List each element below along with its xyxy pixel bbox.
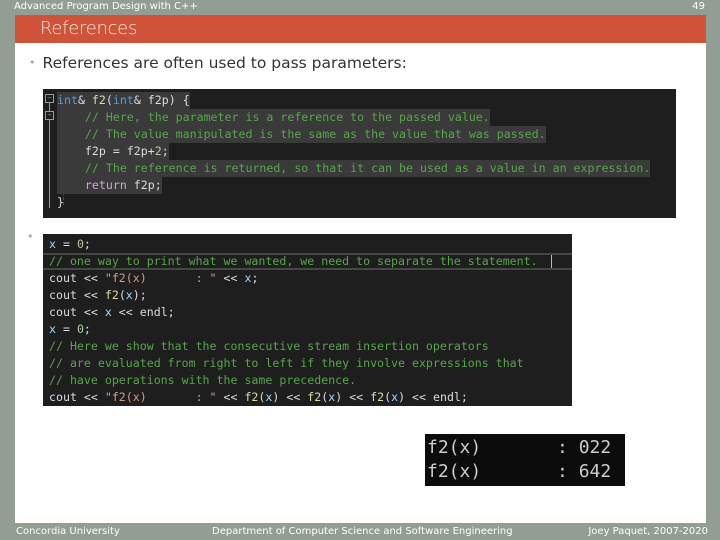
code-token: f2p = f2p+: [57, 144, 155, 158]
code-token: << endl;: [111, 305, 175, 319]
code-line: // Here, the parameter is a reference to…: [57, 109, 490, 126]
code-line: int& f2(int& f2p) {: [57, 92, 190, 109]
code-token: f2: [244, 390, 259, 404]
code-token: =: [55, 237, 77, 251]
bullet-icon: •: [29, 56, 36, 69]
code-token: ;: [161, 144, 169, 158]
code-token: =: [55, 322, 77, 336]
slide-title: References: [40, 18, 138, 39]
code-token: ;: [251, 271, 259, 285]
code-token: (: [118, 288, 126, 302]
code-token: return: [84, 178, 127, 192]
code-block-function: − − int& f2(int& f2p) { // Here, the par…: [43, 89, 676, 218]
code-line: }: [57, 194, 64, 211]
code-token: cout <<: [49, 288, 105, 302]
code-token: // are evaluated from right to left if t…: [49, 356, 524, 370]
code-line: x = 0;: [49, 236, 91, 253]
code-token: 0: [76, 322, 84, 336]
code-block-main: x = 0;// one way to print what we wanted…: [43, 234, 572, 406]
title-bar: References: [15, 15, 706, 43]
code-token: x: [49, 322, 56, 336]
code-line: // Here we show that the consecutive str…: [49, 338, 489, 355]
bullet-item: • References are often used to pass param…: [29, 53, 407, 73]
code-line: // have operations with the same precede…: [49, 372, 356, 389]
code-token: // one way to print what we wanted, we n…: [49, 254, 538, 268]
slide-header: Advanced Program Design with C++ 49: [0, 0, 720, 15]
code-token: &: [77, 93, 92, 107]
code-token: x: [125, 288, 133, 302]
code-line: // one way to print what we wanted, we n…: [43, 253, 572, 270]
code-token: ) <<: [272, 390, 308, 404]
collapse-icon[interactable]: −: [45, 111, 54, 120]
code-token: // have operations with the same precede…: [49, 373, 357, 387]
code-token: f2p;: [126, 178, 162, 192]
code-token: // The value manipulated is the same as …: [84, 127, 546, 141]
course-title: Advanced Program Design with C++: [14, 1, 198, 12]
page-number: 49: [692, 1, 705, 12]
code-token: cout <<: [49, 390, 105, 404]
code-token: (: [105, 93, 113, 107]
code-line: return f2p;: [57, 177, 162, 194]
code-token: int: [57, 93, 78, 107]
code-token: // Here, the parameter is a reference to…: [84, 110, 490, 124]
code-token: & f2p) {: [133, 93, 190, 107]
code-token: f2: [370, 390, 385, 404]
bullet-icon: •: [27, 230, 34, 243]
code-token: 2: [154, 144, 162, 158]
code-token: "f2(x) : ": [104, 390, 217, 404]
collapse-icon[interactable]: −: [45, 94, 54, 103]
code-token: x: [104, 305, 112, 319]
code-token: cout <<: [49, 271, 105, 285]
slide-footer: Concordia University Department of Compu…: [0, 523, 720, 540]
code-token: ;: [83, 237, 91, 251]
code-token: <<: [216, 390, 245, 404]
console-output: f2(x) : 022 f2(x) : 642: [425, 434, 625, 486]
code-token: f2: [307, 390, 322, 404]
code-token: "f2(x) : ": [104, 271, 217, 285]
code-token: // Here we show that the consecutive str…: [49, 339, 489, 353]
code-line: // The value manipulated is the same as …: [57, 126, 546, 143]
fold-line: [49, 103, 50, 111]
code-token: f2: [104, 288, 119, 302]
code-token: cout <<: [49, 305, 105, 319]
code-token: // The reference is returned, so that it…: [84, 161, 651, 175]
code-line: x = 0;: [49, 321, 91, 338]
code-line: // The reference is returned, so that it…: [57, 160, 651, 177]
footer-author: Joey Paquet, 2007-2020: [588, 526, 708, 537]
code-token: x: [49, 237, 56, 251]
code-token: ;: [83, 322, 91, 336]
code-token: f2: [91, 93, 106, 107]
code-token: 0: [76, 237, 84, 251]
console-line: f2(x) : 642: [427, 461, 612, 482]
bullet-text: References are often used to pass parame…: [42, 54, 407, 72]
code-line: cout << f2(x);: [49, 287, 147, 304]
code-line: // are evaluated from right to left if t…: [49, 355, 524, 372]
code-token: ) << endl;: [398, 390, 468, 404]
code-token: ) <<: [335, 390, 371, 404]
code-line: cout << "f2(x) : " << x;: [49, 270, 258, 287]
code-token: );: [132, 288, 147, 302]
code-token: int: [112, 93, 134, 107]
footer-university: Concordia University: [16, 526, 120, 537]
code-gutter: − −: [43, 89, 55, 218]
code-token: <<: [216, 271, 245, 285]
code-token: }: [57, 195, 64, 209]
fold-line: [49, 120, 50, 208]
code-line: cout << "f2(x) : " << f2(x) << f2(x) << …: [49, 389, 468, 406]
slide-content: References • References are often used to…: [15, 15, 706, 523]
code-line: f2p = f2p+2;: [57, 143, 169, 160]
code-line: cout << x << endl;: [49, 304, 175, 321]
console-line: f2(x) : 022: [427, 437, 612, 458]
footer-department: Department of Computer Science and Softw…: [212, 526, 513, 537]
